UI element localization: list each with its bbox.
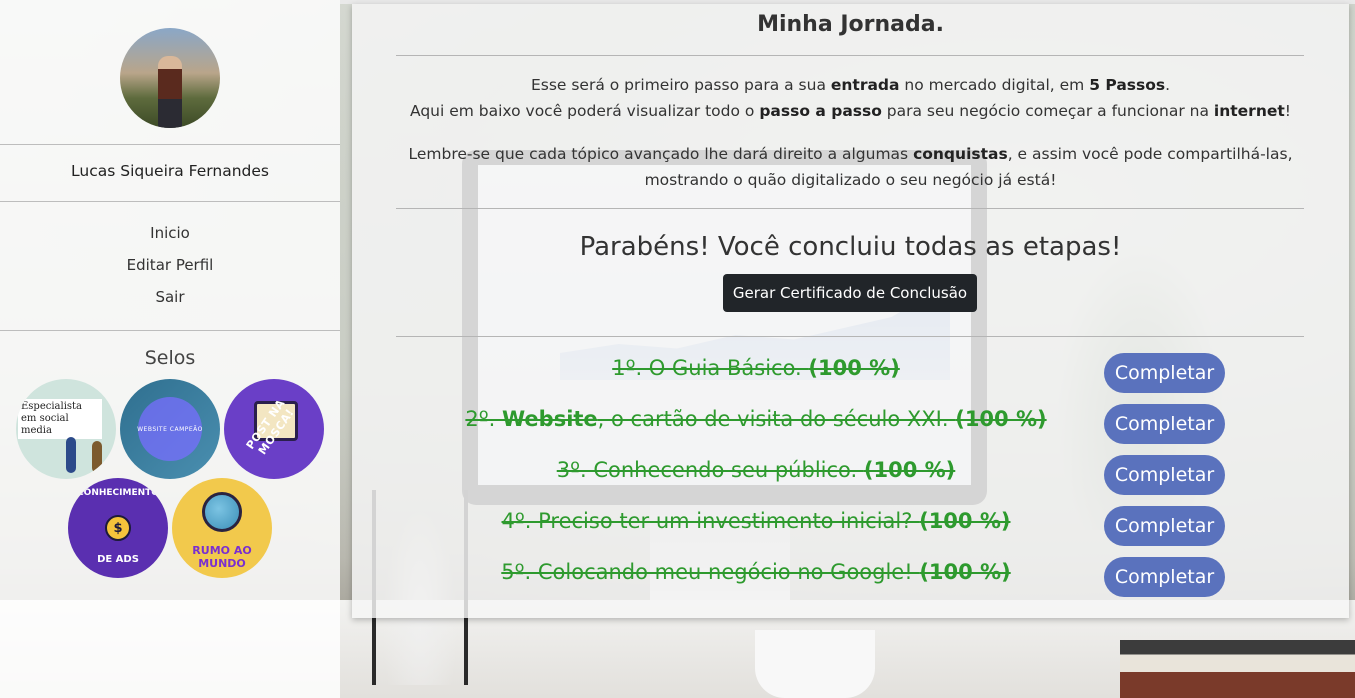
divider — [396, 208, 1304, 209]
divider — [396, 55, 1304, 56]
sidebar-item-inicio[interactable]: Inicio — [0, 222, 340, 254]
step-row: 1º. O Guia Básico. (100 %) Completar — [396, 353, 1304, 399]
complete-button[interactable]: Completar — [1104, 506, 1225, 546]
badge-conhecimento-de-ads[interactable]: CONHECIMENTO $ DE ADS — [68, 478, 168, 578]
step-title[interactable]: 2º. Website, o cartão de visita do sécul… — [396, 404, 1116, 434]
step-row: 4º. Preciso ter um investimento inicial?… — [396, 506, 1304, 552]
step-percent: (100 %) — [919, 509, 1011, 533]
step-row: 5º. Colocando meu negócio no Google! (10… — [396, 557, 1304, 603]
intro-text: ! — [1284, 102, 1291, 120]
step-title[interactable]: 5º. Colocando meu negócio no Google! (10… — [396, 557, 1116, 587]
avatar-person — [158, 56, 182, 128]
generate-certificate-button[interactable]: Gerar Certificado de Conclusão — [723, 274, 977, 312]
selos-title: Selos — [144, 347, 196, 369]
step-label: 4º. Preciso ter um investimento inicial? — [501, 509, 920, 533]
step-row: 2º. Website, o cartão de visita do sécul… — [396, 404, 1304, 450]
step-percent: (100 %) — [955, 407, 1047, 431]
intro-text: Aqui em baixo você poderá visualizar tod… — [409, 102, 760, 120]
step-percent: (100 %) — [919, 560, 1011, 584]
badge-label: CONHECIMENTO — [77, 488, 159, 498]
step-title[interactable]: 3º. Conhecendo seu público. (100 %) — [396, 455, 1116, 485]
journey-card: Minha Jornada. Esse será o primeiro pass… — [352, 4, 1349, 618]
sidebar-divider — [0, 144, 340, 145]
reminder-text: , e assim você pode compartilhá-las, — [1007, 145, 1293, 163]
step-label-bold: Website — [502, 407, 598, 431]
sidebar-divider — [0, 330, 340, 331]
sidebar-item-editar-perfil[interactable]: Editar Perfil — [0, 254, 340, 286]
intro-bold: 5 Passos — [1089, 76, 1166, 94]
globe-icon — [202, 492, 242, 532]
badge-label: Especialista em social media — [18, 399, 102, 439]
badge-label: RUMO AO MUNDO — [192, 544, 252, 570]
complete-button[interactable]: Completar — [1104, 557, 1225, 597]
intro-text: Esse será o primeiro passo para a sua — [530, 76, 831, 94]
intro-bold: passo a passo — [759, 102, 882, 120]
badge-website-campeao[interactable]: WEBSITE CAMPEÃO — [120, 379, 220, 479]
step-label: 1º. O Guia Básico. — [612, 356, 809, 380]
intro-text: para seu negócio começar a funcionar na — [881, 102, 1214, 120]
reminder-text: mostrando o quão digitalizado o seu negó… — [644, 171, 1057, 189]
step-label: , o cartão de visita do século XXI. — [597, 407, 956, 431]
badge-figure — [92, 441, 102, 473]
intro-bold: entrada — [830, 76, 900, 94]
intro-text: no mercado digital, em — [899, 76, 1090, 94]
badge-post-na-mosca[interactable]: POST NA MOSCA! — [224, 379, 324, 479]
complete-button[interactable]: Completar — [1104, 353, 1225, 393]
step-percent: (100 %) — [808, 356, 900, 380]
badge-label: DE ADS — [97, 554, 139, 565]
complete-button[interactable]: Completar — [1104, 455, 1225, 495]
badge-label: WEBSITE CAMPEÃO — [137, 425, 203, 433]
reminder-paragraph: Lembre-se que cada tópico avançado lhe d… — [352, 141, 1349, 193]
intro-paragraph: Esse será o primeiro passo para a sua en… — [352, 72, 1349, 124]
complete-button[interactable]: Completar — [1104, 404, 1225, 444]
intro-text: . — [1165, 76, 1171, 94]
sidebar-divider — [0, 201, 340, 202]
user-name: Lucas Siqueira Fernandes — [71, 162, 269, 180]
avatar — [120, 28, 220, 128]
page-title: Minha Jornada. — [757, 12, 944, 37]
background-books — [1120, 640, 1355, 698]
badge-rumo-ao-mundo[interactable]: RUMO AO MUNDO — [172, 478, 272, 578]
background-cup — [755, 630, 875, 698]
sidebar: Lucas Siqueira Fernandes Inicio Editar P… — [0, 0, 340, 698]
badge-especialista-social-media[interactable]: Especialista em social media — [16, 379, 116, 479]
step-label: 2º. — [465, 407, 502, 431]
intro-bold: internet — [1213, 102, 1285, 120]
step-title[interactable]: 4º. Preciso ter um investimento inicial?… — [396, 506, 1116, 536]
step-title[interactable]: 1º. O Guia Básico. (100 %) — [396, 353, 1116, 383]
step-label: 5º. Colocando meu negócio no Google! — [501, 560, 920, 584]
sidebar-item-sair[interactable]: Sair — [0, 286, 340, 318]
coin-icon: $ — [105, 515, 131, 541]
reminder-text: Lembre-se que cada tópico avançado lhe d… — [408, 145, 914, 163]
reminder-bold: conquistas — [913, 145, 1008, 163]
step-percent: (100 %) — [863, 458, 956, 482]
congrats-heading: Parabéns! Você concluiu todas as etapas! — [579, 232, 1122, 262]
divider — [396, 336, 1304, 337]
step-row: 3º. Conhecendo seu público. (100 %) Comp… — [396, 455, 1304, 501]
badge-figure — [66, 437, 76, 473]
step-label: 3º. Conhecendo seu público. — [556, 458, 864, 482]
sidebar-nav: Inicio Editar Perfil Sair — [0, 222, 340, 318]
